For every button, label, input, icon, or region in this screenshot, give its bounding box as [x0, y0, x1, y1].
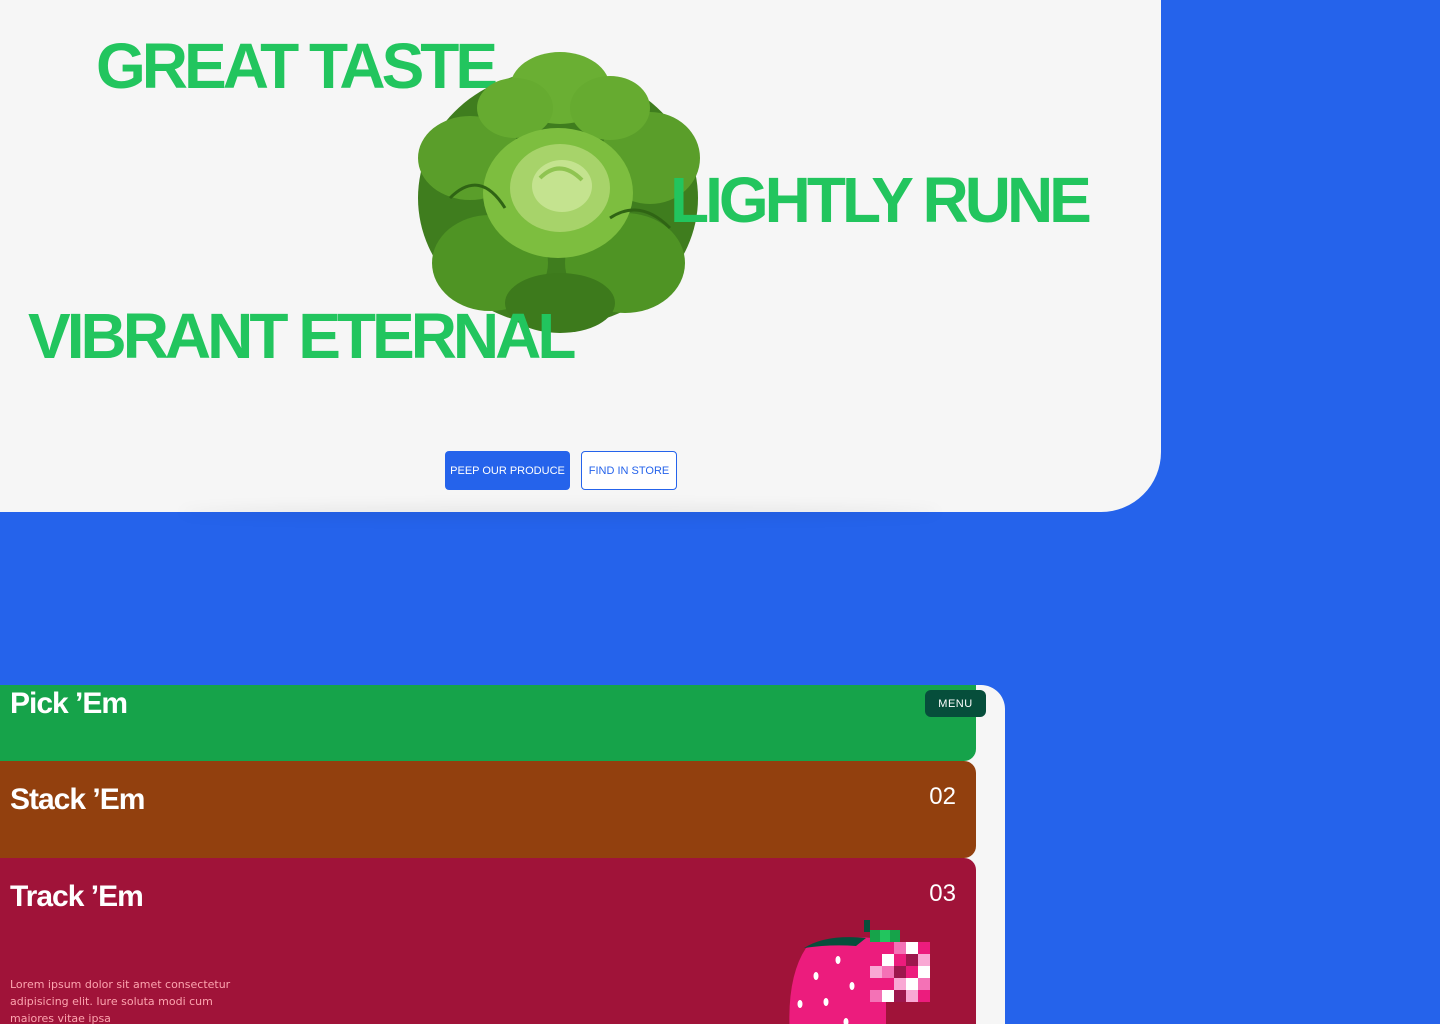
card-number: 03	[929, 880, 956, 907]
peep-our-produce-button[interactable]: PEEP OUR PRODUCE	[445, 451, 570, 490]
card-title: Stack ’Em	[10, 783, 145, 816]
card-description: Lorem ipsum dolor sit amet consectetur a…	[10, 978, 231, 1024]
find-in-store-button[interactable]: FIND IN STORE	[581, 451, 677, 490]
lettuce-image	[418, 52, 700, 333]
card-track-em[interactable]: Track ’Em 03 Lorem ipsum dolor sit amet …	[0, 858, 976, 1024]
card-title: Pick ’Em	[10, 687, 128, 720]
hero-panel: GREAT TASTE LIGHTLY RUNE VIBRANT ETERNAL…	[0, 0, 1161, 512]
headline-vibrant-eternal: VIBRANT ETERNAL	[28, 300, 576, 372]
hero-shadow	[180, 505, 940, 519]
headline-lightly-rune: LIGHTLY RUNE	[670, 164, 1092, 236]
card-stack-em[interactable]: Stack ’Em 02	[0, 761, 976, 858]
card-pick-em[interactable]: Pick ’Em	[0, 685, 976, 761]
card-title: Track ’Em	[10, 880, 144, 913]
card-number: 02	[929, 783, 956, 810]
menu-button[interactable]: MENU	[925, 690, 986, 717]
strawberry-image	[789, 920, 930, 1024]
